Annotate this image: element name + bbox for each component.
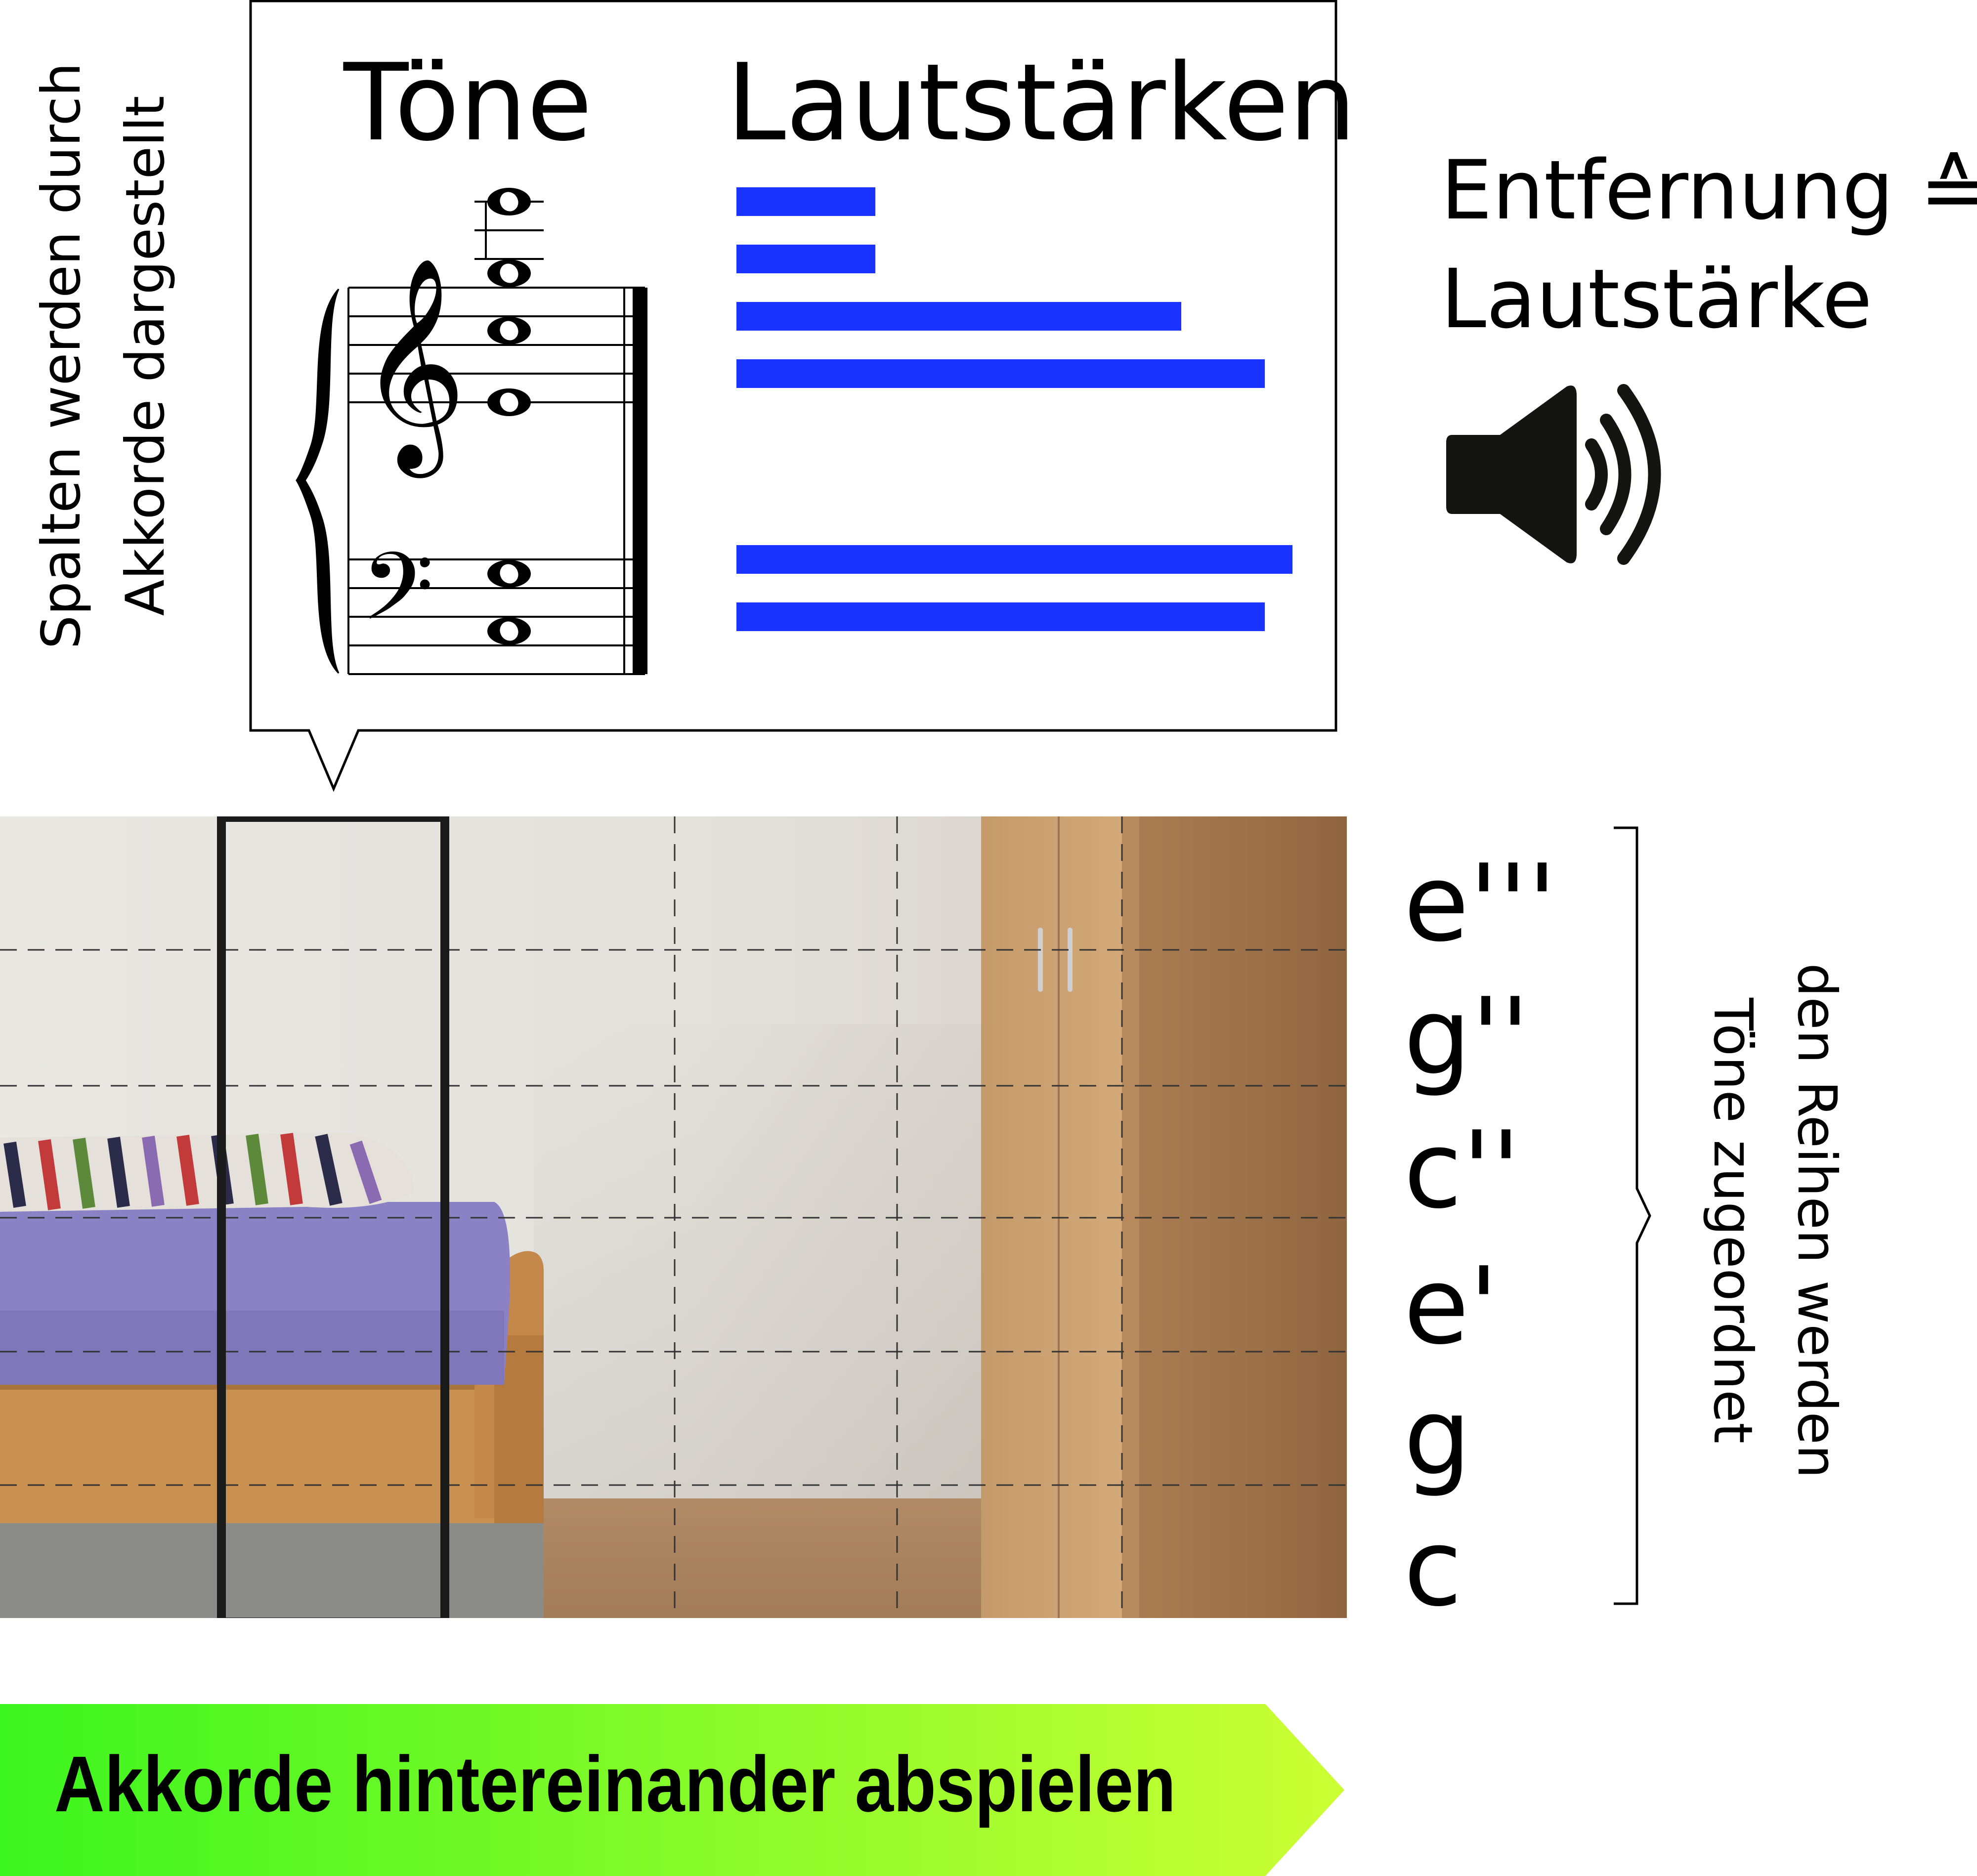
volume-bar bbox=[736, 302, 1181, 331]
tones-heading: Töne bbox=[344, 41, 593, 165]
volume-bar bbox=[736, 602, 1265, 631]
distance-statement: Entfernung ≙ Lautstärke bbox=[1441, 136, 1977, 353]
note-g bbox=[487, 560, 531, 588]
tone-label-1: e''' bbox=[1404, 841, 1557, 965]
volumes-heading: Lautstärken bbox=[727, 41, 1356, 165]
left-caption: Spalten werden durch Akkorde dargestellt bbox=[0, 0, 208, 741]
right-bracket bbox=[1614, 826, 1651, 1605]
volume-bar bbox=[736, 245, 875, 273]
tone-label-4: e' bbox=[1404, 1244, 1499, 1368]
note-c2 bbox=[487, 317, 531, 344]
right-caption: den Reihen werden Töne zugeordnet bbox=[1651, 830, 1898, 1611]
volume-bar bbox=[736, 187, 875, 216]
room-photo bbox=[0, 816, 1347, 1618]
note-g2 bbox=[487, 259, 531, 287]
tone-label-6: c bbox=[1404, 1506, 1462, 1630]
distance-line1: Entfernung ≙ bbox=[1441, 143, 1977, 238]
distance-line2: Lautstärke bbox=[1441, 252, 1873, 346]
left-caption-line2: Akkorde dargestellt bbox=[115, 95, 176, 616]
speaker-icon bbox=[1443, 381, 1676, 568]
right-caption-line2: Töne zugeordnet bbox=[1702, 998, 1763, 1444]
bass-clef-icon: 𝄢 bbox=[361, 533, 434, 665]
note-e3 bbox=[487, 188, 531, 215]
chord-callout: 𝄞 𝄢 Töne Lautstärken bbox=[249, 0, 1356, 792]
note-c bbox=[487, 617, 531, 645]
tone-label-3: c'' bbox=[1404, 1108, 1521, 1232]
treble-clef-icon: 𝄞 bbox=[358, 256, 467, 479]
note-e1 bbox=[487, 388, 531, 416]
volume-bar bbox=[736, 545, 1292, 574]
tone-label-2: g'' bbox=[1404, 975, 1530, 1099]
tone-label-5: g bbox=[1404, 1375, 1471, 1499]
right-caption-line1: den Reihen werden bbox=[1786, 963, 1848, 1479]
play-chords-label: Akkorde hintereinander abspielen bbox=[54, 1740, 1176, 1828]
grid-overlay bbox=[0, 816, 1347, 1618]
left-caption-line1: Spalten werden durch bbox=[31, 62, 92, 649]
volume-bar bbox=[736, 359, 1265, 388]
